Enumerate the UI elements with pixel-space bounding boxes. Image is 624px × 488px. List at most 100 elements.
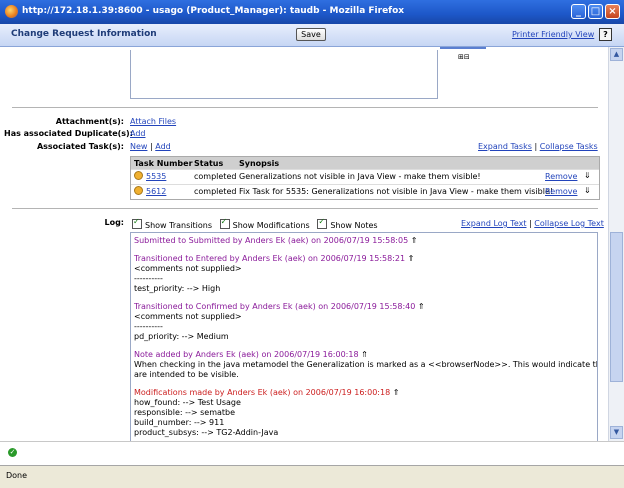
page-footer: ✓	[0, 441, 624, 466]
window-titlebar: http://172.18.1.39:8600 - usago (Product…	[0, 0, 624, 24]
printer-friendly-link[interactable]: Printer Friendly View	[512, 30, 594, 39]
add-duplicate-link[interactable]: Add	[130, 129, 146, 138]
table-row: 5535 completed Generalizations not visib…	[131, 169, 599, 184]
checkbox-label: Show Notes	[330, 221, 378, 230]
task-expand-controls: Expand Tasks | Collapse Tasks	[478, 142, 598, 151]
log-line: build_number: --> 911	[134, 418, 225, 427]
expand-collapse-icon[interactable]: ⊞⊟	[458, 53, 470, 61]
scroll-down-arrow[interactable]: ▼	[610, 426, 623, 439]
log-entry: Submitted to Submitted by Anders Ek (aek…	[134, 236, 417, 246]
field-underline	[440, 47, 486, 49]
col-status: Status	[194, 159, 224, 168]
table-row: 5612 completed Fix Task for 5535: Genera…	[131, 184, 599, 199]
checkbox[interactable]	[317, 217, 328, 229]
show-transitions-filter[interactable]: Show Transitions	[132, 217, 212, 230]
save-button[interactable]: Save	[296, 28, 326, 41]
table-header: Task Number Status Synopsis	[131, 157, 599, 169]
remove-task-link[interactable]: Remove	[545, 187, 577, 196]
log-line: test_priority: --> High	[134, 284, 221, 293]
log-entry-heading: Transitioned to Confirmed by Anders Ek (…	[134, 302, 416, 311]
status-text: Done	[6, 471, 28, 480]
attach-files-link[interactable]: Attach Files	[130, 117, 176, 126]
task-status: completed	[194, 172, 237, 181]
window-title: http://172.18.1.39:8600 - usago (Product…	[22, 6, 405, 16]
task-synopsis: Generalizations not visible in Java View…	[239, 172, 481, 181]
expand-row-icon[interactable]: ⇓	[584, 171, 591, 180]
task-icon	[134, 171, 143, 180]
description-textarea[interactable]	[130, 50, 438, 99]
log-entry-heading: Modifications made by Anders Ek (aek) on…	[134, 388, 391, 397]
log-line: how_found: --> Test Usage	[134, 398, 241, 407]
expand-tasks-link[interactable]: Expand Tasks	[478, 142, 532, 151]
checkbox[interactable]	[219, 217, 230, 229]
log-entry: Note added by Anders Ek (aek) on 2006/07…	[134, 350, 598, 380]
maximize-button[interactable]: □	[588, 4, 603, 19]
expand-row-icon[interactable]: ⇓	[584, 186, 591, 195]
log-filters: Show Transitions Show Modifications Show…	[132, 217, 378, 230]
minimize-button[interactable]: _	[571, 4, 586, 19]
col-task-number: Task Number	[134, 159, 193, 168]
col-synopsis: Synopsis	[239, 159, 280, 168]
show-modifications-filter[interactable]: Show Modifications	[219, 217, 310, 230]
expand-entry-icon[interactable]: ⇑	[411, 236, 418, 245]
expand-entry-icon[interactable]: ⇑	[393, 388, 400, 397]
green-check-icon: ✓	[8, 448, 17, 457]
task-status: completed	[194, 187, 237, 196]
main-content: ⊞⊟ Attachment(s): Attach Files Has assoc…	[0, 47, 608, 441]
collapse-tasks-link[interactable]: Collapse Tasks	[540, 142, 598, 151]
divider	[12, 107, 598, 108]
tasks-label: Associated Task(s):	[36, 142, 124, 151]
task-synopsis: Fix Task for 5535: Generalizations not v…	[239, 187, 554, 196]
help-button[interactable]: ?	[599, 28, 612, 41]
log-entry: Transitioned to Confirmed by Anders Ek (…	[134, 302, 425, 342]
add-task-link[interactable]: Add	[155, 142, 171, 151]
log-entry-heading: Transitioned to Entered by Anders Ek (ae…	[134, 254, 406, 263]
scroll-thumb[interactable]	[610, 232, 623, 382]
new-task-link[interactable]: New	[130, 142, 147, 151]
show-notes-filter[interactable]: Show Notes	[317, 217, 378, 230]
separator: |	[534, 142, 538, 151]
checkbox[interactable]	[132, 217, 142, 229]
log-line: ----------	[134, 322, 163, 331]
log-label: Log:	[104, 218, 124, 227]
log-line: ----------	[134, 274, 163, 283]
task-link[interactable]: 5612	[146, 187, 166, 196]
browser-statusbar: Done	[0, 465, 624, 488]
log-entry: Modifications made by Anders Ek (aek) on…	[134, 388, 399, 438]
task-actions: New | Add	[130, 142, 171, 151]
log-line: pd_priority: --> Medium	[134, 332, 229, 341]
log-line: responsible: --> sematbe	[134, 408, 236, 417]
separator: |	[150, 142, 153, 151]
page-title: Change Request Information	[11, 29, 157, 39]
expand-entry-icon[interactable]: ⇑	[408, 254, 415, 263]
firefox-icon	[5, 5, 18, 18]
checkbox-label: Show Transitions	[145, 221, 212, 230]
tasks-table: Task Number Status Synopsis 5535 complet…	[130, 156, 600, 200]
log-line: <comments not supplied>	[134, 264, 242, 273]
close-button[interactable]: ×	[605, 4, 620, 19]
task-link[interactable]: 5535	[146, 172, 166, 181]
scroll-up-arrow[interactable]: ▲	[610, 48, 623, 61]
remove-task-link[interactable]: Remove	[545, 172, 577, 181]
log-entry-heading: Submitted to Submitted by Anders Ek (aek…	[134, 236, 409, 245]
log-line: <comments not supplied>	[134, 312, 242, 321]
log-line: product_subsys: --> TG2-Addin-Java	[134, 428, 279, 437]
expand-log-link[interactable]: Expand Log Text	[461, 219, 526, 228]
collapse-log-link[interactable]: Collapse Log Text	[534, 219, 604, 228]
page-scrollbar[interactable]: ▲ ▼	[608, 47, 624, 441]
task-icon	[134, 186, 143, 195]
duplicates-label: Has associated Duplicate(s):	[4, 129, 133, 138]
log-line: When checking in the java metamodel the …	[134, 360, 598, 369]
expand-entry-icon[interactable]: ⇑	[361, 350, 368, 359]
separator: |	[529, 219, 532, 228]
log-text-area[interactable]: Submitted to Submitted by Anders Ek (aek…	[130, 232, 598, 441]
divider	[12, 208, 598, 209]
checkbox-label: Show Modifications	[232, 221, 310, 230]
expand-entry-icon[interactable]: ⇑	[418, 302, 425, 311]
log-line: are intended to be visible.	[134, 370, 239, 379]
log-entry: Transitioned to Entered by Anders Ek (ae…	[134, 254, 414, 294]
page-header: Change Request Information Save Printer …	[0, 24, 624, 47]
attachments-label: Attachment(s):	[55, 117, 124, 126]
log-entry-heading: Note added by Anders Ek (aek) on 2006/07…	[134, 350, 359, 359]
log-expand-controls: Expand Log Text | Collapse Log Text	[461, 219, 604, 228]
